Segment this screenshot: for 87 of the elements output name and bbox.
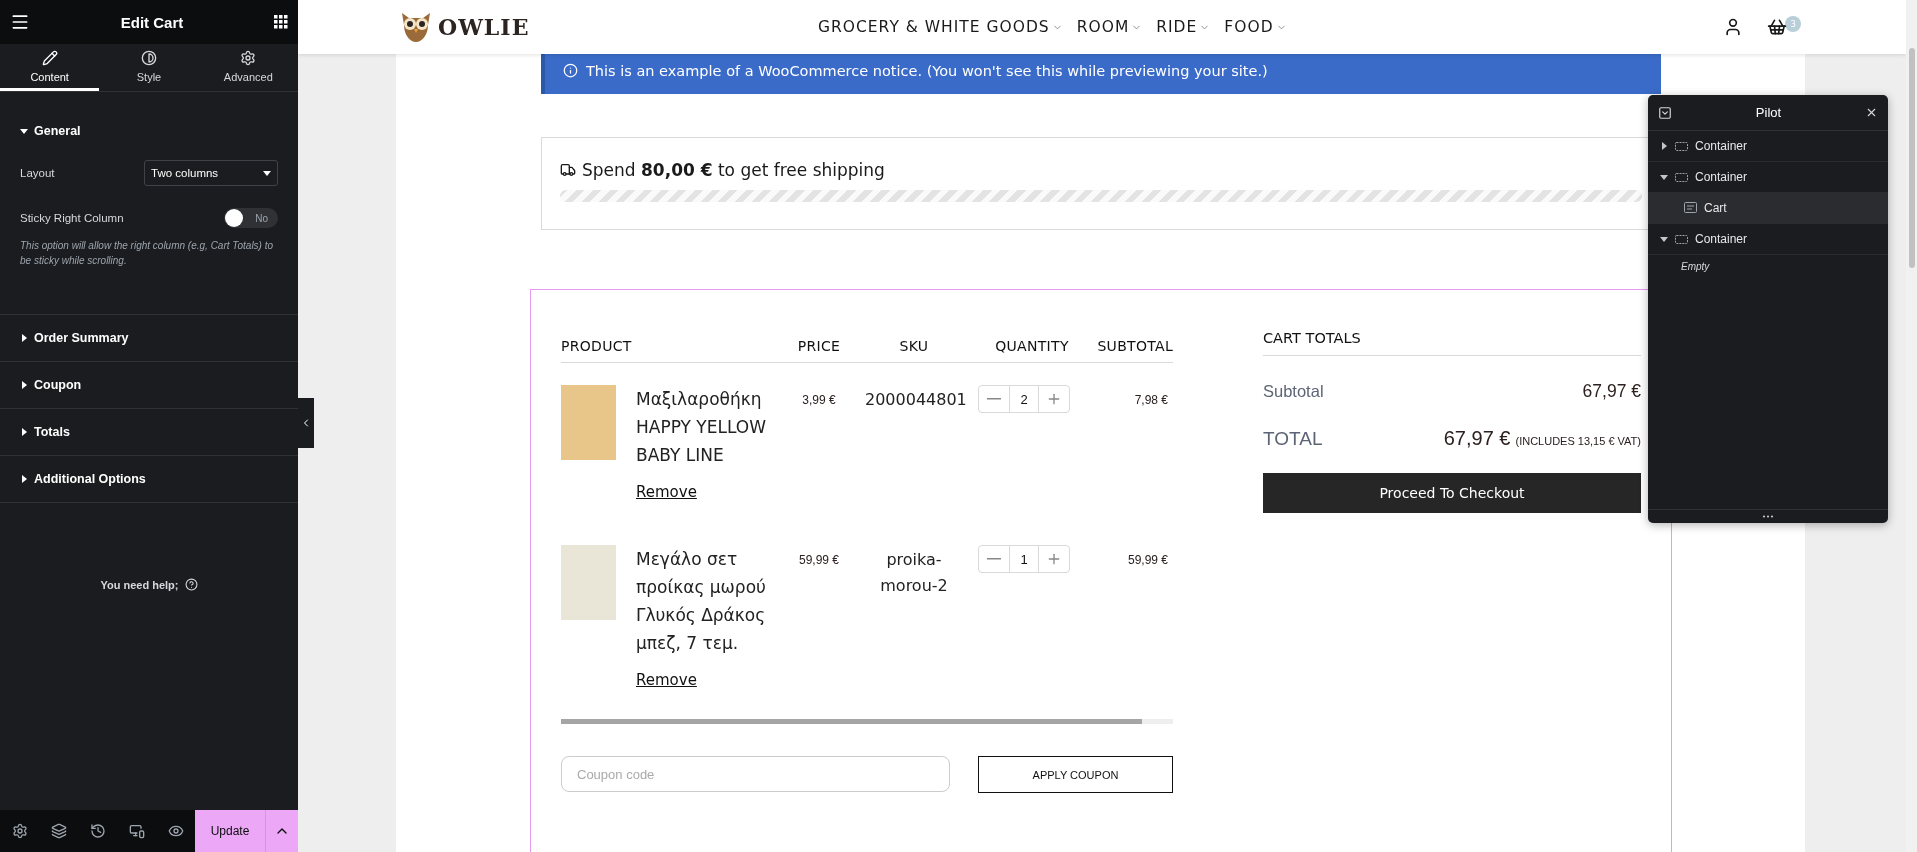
- minus-icon: [987, 398, 1001, 400]
- plus-icon: [1046, 391, 1062, 407]
- navigator-title: Pilot: [1755, 105, 1782, 120]
- quantity-stepper[interactable]: 1: [978, 545, 1070, 573]
- minus-icon: [987, 558, 1001, 560]
- help-note: This option will allow the right column (e.g, Cart Totals) to be sticky while scrolling.: [20, 239, 275, 268]
- dots-icon: [1762, 515, 1774, 518]
- price: 3,99 €: [801, 392, 837, 409]
- total-value: 67,97 €: [1443, 427, 1511, 450]
- eye-icon: [167, 823, 184, 839]
- settings-icon: [11, 823, 28, 839]
- sku: proika-morou-2: [879, 549, 949, 597]
- checkout-button[interactable]: Proceed To Checkout: [1263, 473, 1641, 513]
- help-icon: [184, 578, 198, 591]
- column-header: QUANTITY: [994, 338, 1070, 354]
- section-header[interactable]: Totals: [20, 425, 70, 439]
- coupon-field[interactable]: Coupon code: [561, 756, 950, 792]
- minimize-icon[interactable]: [1658, 105, 1672, 120]
- subtotal-label: Subtotal: [1263, 382, 1324, 401]
- nav-link[interactable]: GROCERY & WHITE GOODS: [818, 18, 1063, 36]
- column-header: SUBTOTAL: [1096, 338, 1173, 354]
- shipping-text: Spend 80,00 € to get free shipping: [582, 160, 885, 180]
- navigator-item[interactable]: Container: [1648, 224, 1888, 255]
- subtotal: 7,98 €: [1133, 392, 1169, 409]
- total-label: TOTAL: [1263, 428, 1323, 450]
- devices-icon: [128, 823, 145, 839]
- product-name: Μαξιλαροθήκη HAPPY YELLOW BABY LINE: [636, 388, 767, 467]
- remove-link[interactable]: Remove: [636, 483, 776, 501]
- caret-down-icon: [263, 169, 271, 177]
- menu-icon[interactable]: [10, 12, 30, 32]
- column-header: PRODUCT: [561, 338, 633, 354]
- site-logo[interactable]: OWLIE: [438, 14, 530, 40]
- section-header[interactable]: Additional Options: [20, 472, 146, 486]
- navigator-item[interactable]: Cart: [1648, 193, 1888, 224]
- horizontal-scrollbar[interactable]: [561, 719, 1173, 724]
- apply-coupon-button[interactable]: APPLY COUPON: [978, 756, 1173, 793]
- section-header[interactable]: Order Summary: [20, 331, 129, 345]
- container-icon: [1675, 172, 1688, 182]
- sticky-column-label: Sticky Right Column: [20, 212, 124, 224]
- product-name: Μεγάλο σετ προίκας μωρού Γλυκός Δράκος μπεζ, 7 τεμ.: [636, 548, 767, 655]
- widget-icon: [1684, 201, 1697, 215]
- subtotal-value: 67,97 €: [1582, 381, 1641, 402]
- vat-note: (INCLUDES 13,15 € VAT): [1515, 435, 1641, 447]
- cart-count: 3: [1785, 16, 1801, 32]
- layout-label: Layout: [20, 167, 55, 179]
- panel-tab[interactable]: Advanced: [198, 44, 298, 91]
- notice-text: This is an example of a WooCommerce notice. (You won't see this while previewing your site.): [586, 62, 1268, 79]
- panel-title: Edit Cart: [120, 13, 184, 31]
- layers-icon: [50, 823, 67, 839]
- layout-select[interactable]: Two columns: [144, 160, 278, 186]
- column-header: SKU: [898, 338, 930, 354]
- container-icon: [1675, 141, 1688, 151]
- column-header: PRICE: [796, 338, 842, 354]
- navigator-item[interactable]: Container: [1648, 131, 1888, 162]
- container-icon: [1675, 234, 1688, 244]
- section-header[interactable]: General: [20, 124, 81, 138]
- sku: 2000044801: [864, 389, 968, 411]
- price: 59,99 €: [797, 552, 840, 569]
- update-button[interactable]: Update: [195, 810, 265, 852]
- quantity-field[interactable]: 1: [1009, 546, 1039, 572]
- subtotal: 59,99 €: [1126, 552, 1169, 569]
- empty-label: Empty: [1680, 260, 1711, 272]
- collapse-panel-handle[interactable]: [298, 398, 314, 448]
- close-icon[interactable]: [1865, 106, 1878, 119]
- apps-grid-icon[interactable]: [274, 15, 288, 29]
- plus-icon: [1046, 551, 1062, 567]
- section-header[interactable]: Coupon: [20, 378, 82, 392]
- cart-totals-title: CART TOTALS: [1263, 320, 1641, 356]
- contrast-icon: [141, 49, 157, 66]
- help-link[interactable]: You need help;: [100, 578, 198, 591]
- panel-tab[interactable]: Content: [0, 44, 100, 91]
- settings-icon: [240, 49, 257, 66]
- quantity-field[interactable]: 2: [1009, 386, 1039, 412]
- account-button[interactable]: [1723, 17, 1743, 37]
- quantity-stepper[interactable]: 2: [978, 385, 1070, 413]
- info-icon: [563, 63, 578, 78]
- nav-link[interactable]: FOOD: [1224, 18, 1287, 36]
- nav-link[interactable]: ROOM: [1076, 18, 1143, 36]
- basket-button[interactable]: [1767, 17, 1787, 37]
- pencil-icon: [41, 49, 58, 66]
- toggle-switch[interactable]: No: [224, 208, 278, 228]
- panel-tab[interactable]: Style: [99, 44, 199, 91]
- truck-icon: [560, 162, 576, 178]
- vertical-scrollbar[interactable]: [1906, 0, 1917, 852]
- nav-link[interactable]: RIDE: [1156, 18, 1211, 36]
- history-icon: [89, 823, 106, 839]
- remove-link[interactable]: Remove: [636, 671, 776, 689]
